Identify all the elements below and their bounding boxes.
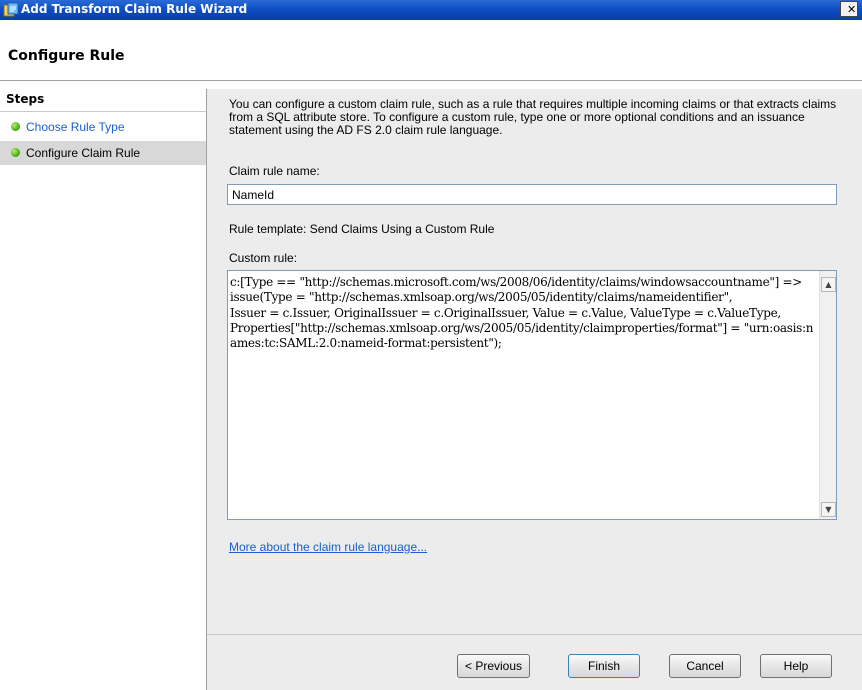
claim-rule-name-input[interactable]: [227, 184, 837, 205]
title-bar: Add Transform Claim Rule Wizard ✕: [0, 0, 862, 20]
page-header: Configure Rule: [0, 20, 862, 81]
step-label[interactable]: Choose Rule Type: [26, 120, 125, 134]
scroll-up-icon[interactable]: ▲: [821, 277, 836, 292]
close-button[interactable]: ✕: [840, 1, 858, 17]
cancel-button[interactable]: Cancel: [669, 654, 741, 678]
previous-button[interactable]: < Previous: [457, 654, 530, 678]
finish-button[interactable]: Finish: [568, 654, 640, 678]
custom-rule-text[interactable]: c:[Type == "http://schemas.microsoft.com…: [230, 275, 814, 515]
custom-rule-editor[interactable]: c:[Type == "http://schemas.microsoft.com…: [227, 270, 837, 520]
custom-rule-label: Custom rule:: [229, 251, 298, 265]
rule-description: You can configure a custom claim rule, s…: [229, 97, 837, 137]
wizard-icon: [3, 2, 19, 18]
step-choose-rule-type[interactable]: Choose Rule Type: [0, 115, 206, 139]
scroll-down-icon[interactable]: ▼: [821, 502, 836, 517]
close-icon: ✕: [847, 3, 857, 16]
help-button[interactable]: Help: [760, 654, 832, 678]
window-title: Add Transform Claim Rule Wizard: [21, 2, 248, 16]
claim-rule-language-link[interactable]: More about the claim rule language...: [229, 540, 427, 554]
step-configure-claim-rule: Configure Claim Rule: [0, 141, 206, 165]
claim-rule-name-label: Claim rule name:: [229, 164, 320, 178]
content-panel: You can configure a custom claim rule, s…: [207, 89, 862, 690]
rule-template-label: Rule template: Send Claims Using a Custo…: [229, 222, 495, 236]
footer-divider: [207, 634, 862, 635]
page-title: Configure Rule: [8, 48, 125, 64]
vertical-scrollbar[interactable]: ▲ ▼: [819, 271, 836, 519]
status-ok-icon: [11, 122, 20, 131]
steps-heading: Steps: [6, 92, 45, 106]
steps-panel: Steps Choose Rule Type Configure Claim R…: [0, 89, 207, 690]
steps-divider: [0, 111, 206, 112]
step-label: Configure Claim Rule: [26, 146, 141, 160]
status-ok-icon: [11, 148, 20, 157]
